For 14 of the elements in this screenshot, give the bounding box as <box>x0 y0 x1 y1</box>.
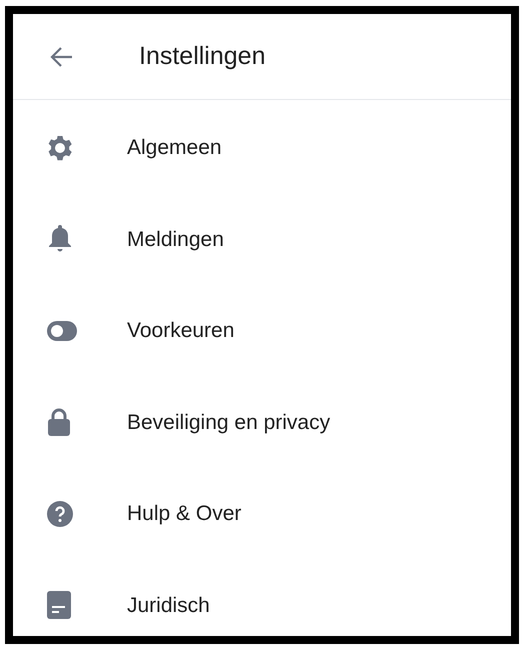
bell-icon <box>47 224 73 254</box>
settings-item[interactable]: Voorkeuren <box>13 285 511 376</box>
document-icon <box>47 591 71 620</box>
gear-icon <box>47 134 73 161</box>
settings-item[interactable]: Juridisch <box>13 560 511 648</box>
settings-item[interactable]: Algemeen <box>13 102 511 194</box>
settings-item[interactable]: Hulp & Over <box>13 468 511 560</box>
page-title: Instellingen <box>139 40 266 72</box>
back-arrow-icon <box>50 46 74 68</box>
settings-item[interactable]: Meldingen <box>13 194 511 285</box>
settings-item[interactable]: Beveiliging en privacy <box>13 376 511 468</box>
toggle-icon <box>47 320 77 341</box>
lock-icon <box>47 408 71 436</box>
help-icon <box>47 500 73 527</box>
